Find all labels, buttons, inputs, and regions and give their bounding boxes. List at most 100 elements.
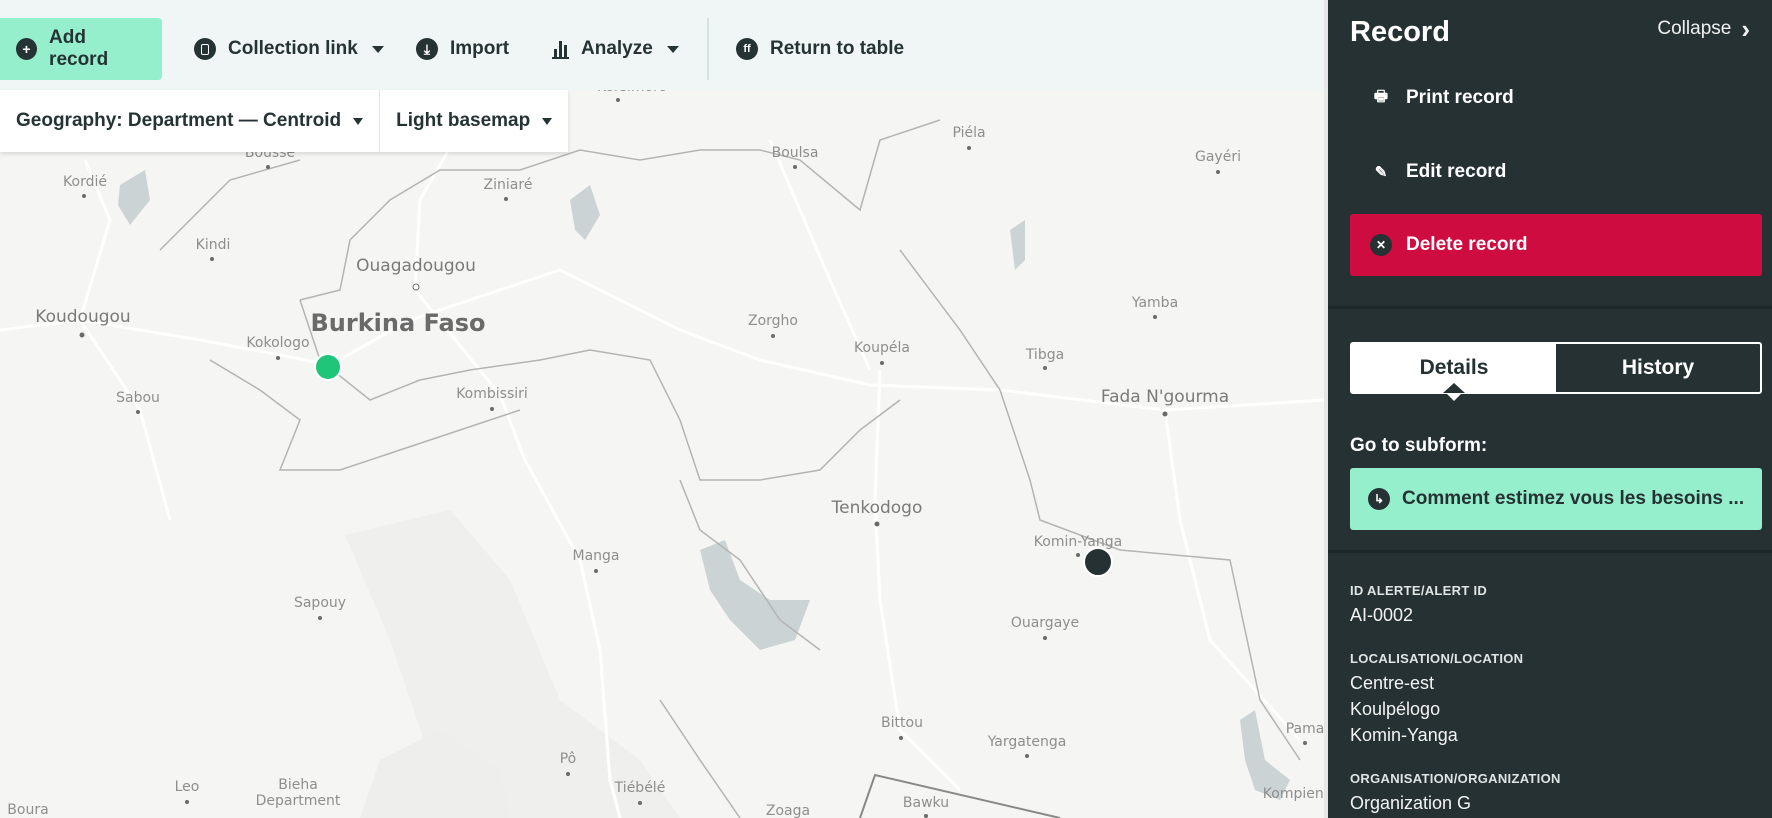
place-dot <box>266 165 270 169</box>
place-dot <box>594 569 598 573</box>
place-dot <box>318 616 322 620</box>
place-dot <box>79 332 85 338</box>
collapse-label: Collapse <box>1657 18 1732 39</box>
place-label: Bieha Department <box>255 777 341 810</box>
subform-heading: Go to subform: <box>1350 435 1488 456</box>
tab-details[interactable]: Details <box>1352 344 1556 392</box>
field-alert-id: ID ALERTE/ALERT ID AI-0002 <box>1350 583 1487 628</box>
print-record-button[interactable]: 🖶 Print record <box>1350 67 1762 129</box>
toolbar: + Add record Collection link ⤓ Import An… <box>0 0 1324 90</box>
capital-dot <box>412 283 420 291</box>
import-icon: ⤓ <box>416 38 438 60</box>
place-dot <box>874 521 880 527</box>
field-label: ORGANISATION/ORGANIZATION <box>1350 771 1561 786</box>
field-location: LOCALISATION/LOCATION Centre-est Koulpél… <box>1350 651 1523 748</box>
basemap-label: Light basemap <box>396 110 531 131</box>
analyze-button[interactable]: Analyze <box>536 18 695 80</box>
place-dot <box>1076 553 1080 557</box>
place-label: Gayéri <box>1195 149 1241 165</box>
lake <box>118 170 150 225</box>
field-value: Organization G <box>1350 793 1472 813</box>
place-label: Boulsa <box>771 145 819 161</box>
place-label: Ouargaye <box>1010 615 1080 631</box>
place-dot <box>136 410 140 414</box>
field-value: Centre-est <box>1350 673 1435 693</box>
section-divider <box>1328 306 1772 309</box>
geography-dropdown[interactable]: Geography: Department — Centroid <box>0 90 379 152</box>
record-marker-selected[interactable] <box>1083 547 1113 577</box>
place-label: Tiébélé <box>614 780 666 796</box>
edit-record-button[interactable]: ✎ Edit record <box>1350 141 1762 203</box>
return-to-table-button[interactable]: ff Return to table <box>720 18 920 80</box>
printer-icon: 🖶 <box>1373 87 1389 105</box>
pencil-icon: ✎ <box>1374 164 1388 181</box>
field-organization: ORGANISATION/ORGANIZATION Organization G <box>1350 771 1561 816</box>
mobile-device-icon <box>194 38 216 60</box>
place-label: Tibga <box>1025 347 1065 363</box>
subform-arrow-icon: ↳ <box>1368 488 1390 510</box>
place-label: Sabou <box>116 390 160 406</box>
lake <box>700 540 810 650</box>
edit-record-label: Edit record <box>1406 161 1507 182</box>
place-label: Boura <box>7 802 49 818</box>
field-value: Koulpélogo <box>1350 699 1441 719</box>
section-divider <box>1328 550 1772 553</box>
place-label: Piéla <box>952 125 986 141</box>
collapse-button[interactable]: Collapse › <box>1657 16 1750 42</box>
import-button[interactable]: ⤓ Import <box>400 18 525 80</box>
chevron-right-icon: › <box>1741 14 1750 44</box>
lake <box>570 185 600 240</box>
place-dot <box>82 194 86 198</box>
tab-history[interactable]: History <box>1556 344 1760 392</box>
analyze-label: Analyze <box>581 38 653 59</box>
basemap-dropdown[interactable]: Light basemap <box>379 90 568 152</box>
place-dot <box>1216 170 1220 174</box>
chevron-down-icon <box>353 117 364 125</box>
import-label: Import <box>450 38 510 59</box>
place-label: Bittou <box>881 715 923 731</box>
place-dot <box>1303 741 1307 745</box>
plus-circle-icon: + <box>16 38 38 60</box>
close-circle-icon: ✕ <box>1370 234 1392 256</box>
bar-chart-icon <box>552 39 569 59</box>
add-record-button[interactable]: + Add record <box>0 18 162 80</box>
subform-link-button[interactable]: ↳ Comment estimez vous les besoins ... <box>1350 468 1762 530</box>
place-dot <box>924 814 928 818</box>
field-label: ID ALERTE/ALERT ID <box>1350 583 1488 598</box>
place-label: Koupéla <box>854 340 910 356</box>
panel-title: Record <box>1350 16 1450 48</box>
place-dot <box>276 356 280 360</box>
country-label: Burkina Faso <box>310 309 486 337</box>
tab-details-label: Details <box>1419 356 1489 379</box>
chevron-down-icon <box>666 45 679 53</box>
place-dot <box>1043 366 1047 370</box>
place-dot <box>1162 411 1168 417</box>
field-value: AI-0002 <box>1350 605 1414 625</box>
table-icon: ff <box>736 38 758 60</box>
tab-history-label: History <box>1621 356 1695 379</box>
place-label: Fada N'gourma <box>1100 387 1230 407</box>
place-label: Kompienga <box>1262 786 1324 802</box>
record-marker-unselected[interactable] <box>314 353 342 381</box>
place-label: Komin-Yanga <box>1033 534 1123 550</box>
place-dot <box>616 98 620 102</box>
place-dot <box>185 800 189 804</box>
delete-record-button[interactable]: ✕ Delete record <box>1350 214 1762 276</box>
place-label: Manga <box>572 548 620 564</box>
place-label: Kokologo <box>246 335 310 351</box>
place-label: Yargatenga <box>987 734 1067 750</box>
place-dot <box>1025 754 1029 758</box>
place-label: Pô <box>559 751 577 767</box>
place-dot <box>880 361 884 365</box>
place-label: Koudougou <box>35 307 131 327</box>
field-value: Komin-Yanga <box>1350 725 1458 745</box>
place-dot <box>210 257 214 261</box>
place-label: Tenkodogo <box>831 498 923 518</box>
place-label: Leo <box>174 779 200 795</box>
place-label: Sapouy <box>293 595 347 611</box>
place-dot <box>899 736 903 740</box>
print-record-label: Print record <box>1406 87 1514 108</box>
subform-link-label: Comment estimez vous les besoins ... <box>1402 488 1745 509</box>
place-label: Pama <box>1285 721 1324 737</box>
collection-link-button[interactable]: Collection link <box>178 18 400 80</box>
